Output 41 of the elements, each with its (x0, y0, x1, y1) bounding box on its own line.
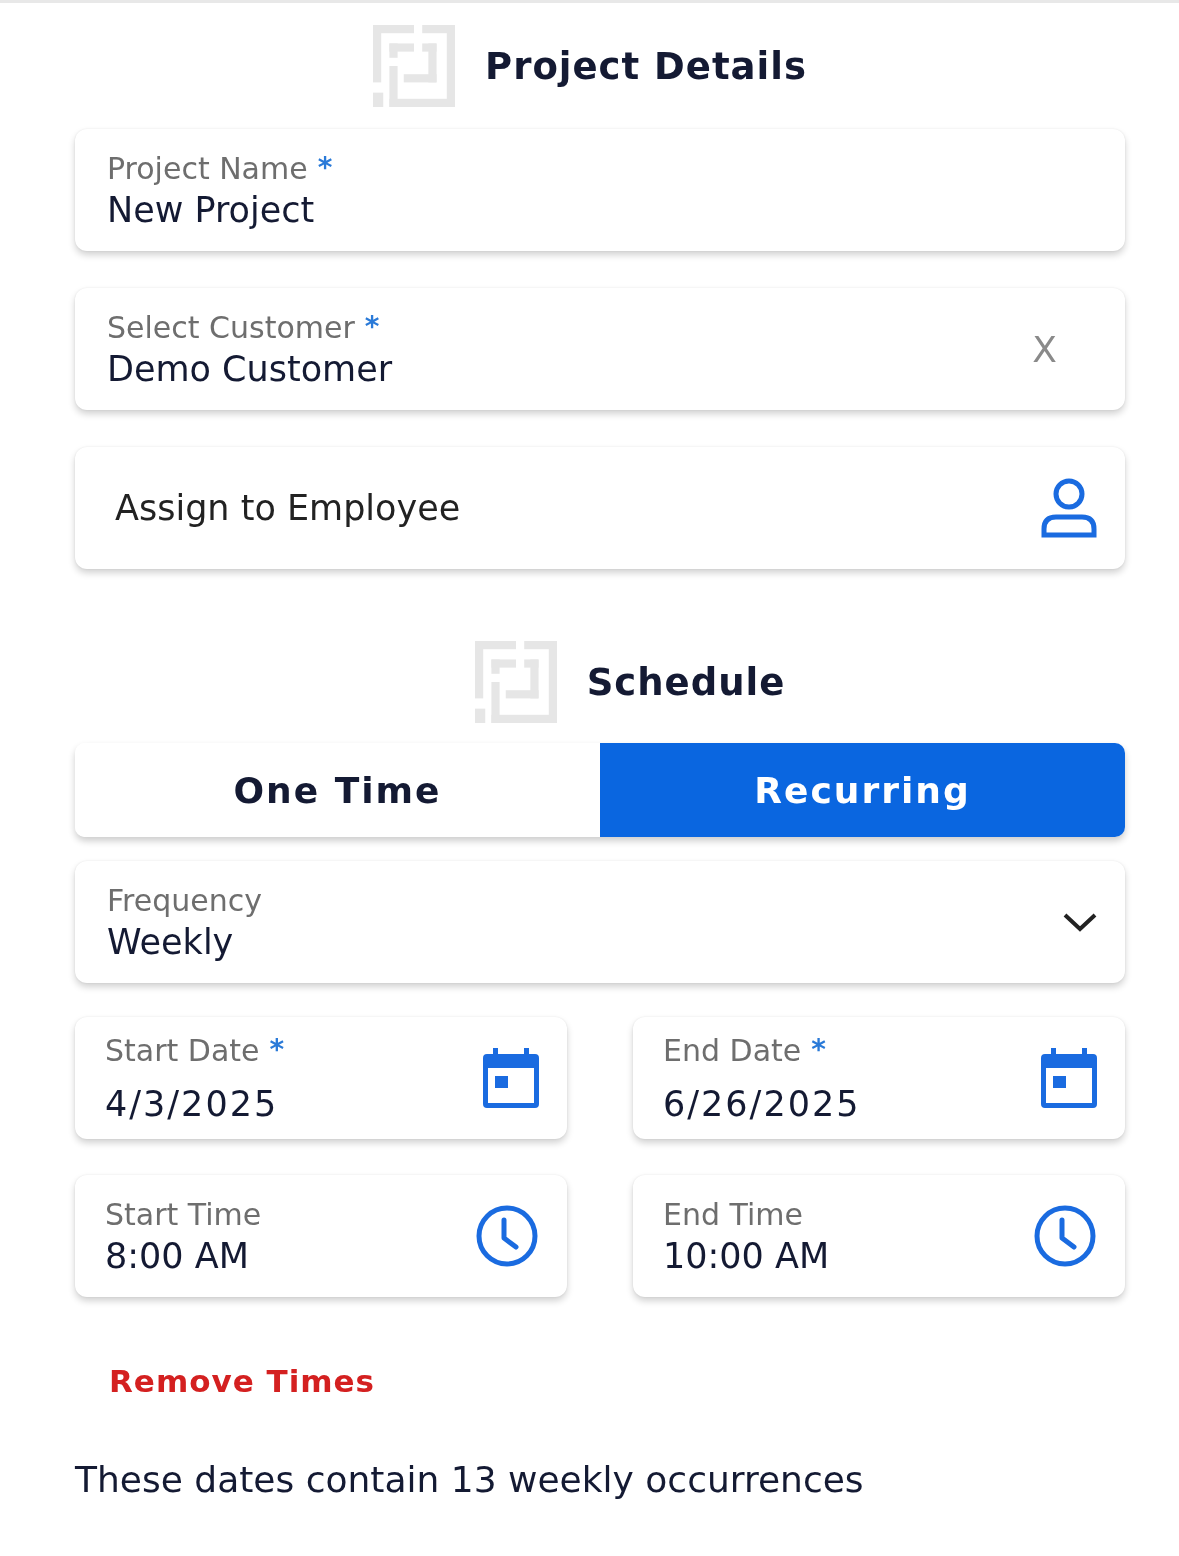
field-value: 6/26/2025 (663, 1083, 861, 1124)
field-value: 10:00 AM (663, 1235, 830, 1276)
field-placeholder: Assign to Employee (115, 488, 461, 528)
occurrences-summary: These dates contain 13 weekly occurrences (75, 1459, 865, 1500)
input-field[interactable]: Project Name * New Project (75, 129, 1125, 251)
logo-icon (474, 641, 557, 723)
remove-times-link[interactable]: Remove Times (109, 1363, 1125, 1399)
logo-icon (373, 25, 456, 107)
person-icon (1041, 477, 1097, 539)
date-field[interactable]: Start Date * 4/3/2025 (75, 1017, 567, 1139)
clock-icon (1033, 1204, 1097, 1268)
employee-picker[interactable]: Assign to Employee (75, 447, 1125, 569)
calendar-icon (1041, 1048, 1097, 1108)
field-label: Project Name (107, 150, 308, 186)
field-label: End Date (663, 1032, 802, 1068)
clock-icon (475, 1204, 539, 1268)
required-mark: * (364, 309, 380, 343)
date-field[interactable]: End Date * 6/26/2025 (633, 1017, 1125, 1139)
input-field[interactable]: Select Customer * Demo Customer X (75, 288, 1125, 410)
required-mark: * (269, 1032, 285, 1066)
calendar-icon (483, 1048, 539, 1108)
field-label: Start Date (105, 1032, 260, 1068)
field-label: Start Time (105, 1196, 262, 1232)
field-value: New Project (107, 189, 316, 230)
time-field[interactable]: Start Time 8:00 AM (75, 1175, 567, 1297)
field-label: Select Customer (107, 309, 355, 345)
field-value: 4/3/2025 (105, 1083, 280, 1124)
field-value: Weekly (107, 921, 235, 962)
field-value: Demo Customer (107, 348, 393, 389)
schedule-tab[interactable]: One Time (75, 743, 600, 837)
frequency-dropdown[interactable]: Frequency Weekly (75, 861, 1125, 983)
field-value: 8:00 AM (105, 1235, 250, 1276)
field-label: End Time (663, 1196, 803, 1232)
required-mark: * (317, 150, 333, 184)
chevron-down-icon (1063, 912, 1097, 932)
field-label: Frequency (107, 882, 262, 918)
required-mark: * (811, 1032, 826, 1066)
schedule-tab[interactable]: Recurring (600, 743, 1125, 837)
section-title: Project Details (485, 44, 807, 88)
time-field[interactable]: End Time 10:00 AM (633, 1175, 1125, 1297)
section-title: Schedule (586, 660, 786, 704)
